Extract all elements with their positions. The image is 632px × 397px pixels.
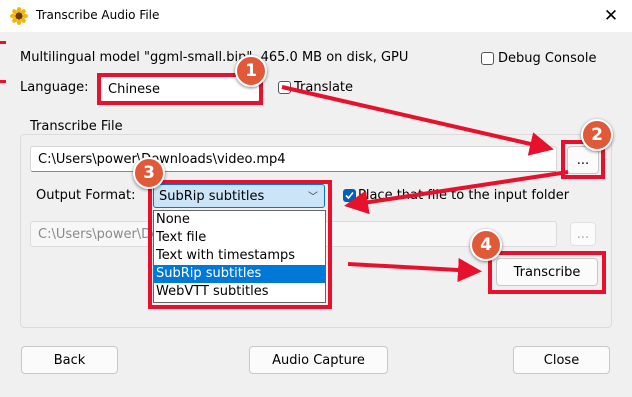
arrow-3-to-4: [347, 258, 482, 282]
step-badge-4: 4: [470, 229, 502, 261]
step-badge-2: 2: [581, 119, 613, 151]
annotation-arrows: [281, 85, 569, 282]
step-badge-3: 3: [133, 157, 165, 189]
arrow-2-to-3: [344, 170, 569, 215]
arrow-1-to-2: [281, 85, 554, 156]
step-badge-1: 1: [235, 55, 267, 87]
